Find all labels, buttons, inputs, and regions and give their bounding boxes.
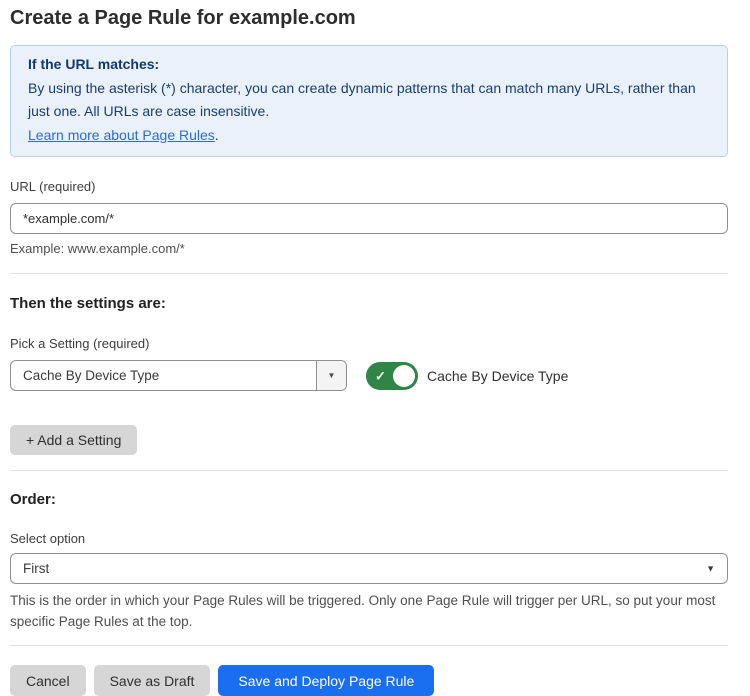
form-actions: Cancel Save as Draft Save and Deploy Pag… bbox=[10, 665, 728, 696]
chevron-down-icon: ▼ bbox=[328, 372, 336, 380]
chevron-down-icon: ▼ bbox=[706, 564, 715, 573]
setting-select[interactable]: Cache By Device Type ▼ bbox=[10, 360, 347, 391]
divider bbox=[10, 273, 728, 274]
toggle-knob bbox=[393, 365, 415, 387]
cancel-button[interactable]: Cancel bbox=[10, 665, 86, 696]
info-banner-body: By using the asterisk (*) character, you… bbox=[28, 77, 710, 124]
divider bbox=[10, 645, 728, 646]
save-and-deploy-button[interactable]: Save and Deploy Page Rule bbox=[218, 665, 434, 696]
setting-picker-label: Pick a Setting (required) bbox=[10, 336, 728, 352]
setting-select-value: Cache By Device Type bbox=[11, 368, 159, 383]
settings-section-heading: Then the settings are: bbox=[10, 295, 728, 313]
order-section-heading: Order: bbox=[10, 491, 728, 509]
info-banner-heading: If the URL matches: bbox=[28, 53, 710, 77]
order-select-label: Select option bbox=[10, 531, 728, 547]
order-select[interactable]: First ▼ bbox=[10, 553, 728, 584]
url-example-text: Example: www.example.com/* bbox=[10, 241, 728, 257]
url-input[interactable] bbox=[10, 203, 728, 234]
learn-more-link[interactable]: Learn more about Page Rules bbox=[28, 127, 215, 143]
url-match-info-banner: If the URL matches: By using the asteris… bbox=[10, 45, 728, 157]
order-help-text: This is the order in which your Page Rul… bbox=[10, 590, 728, 632]
check-icon: ✓ bbox=[375, 369, 386, 382]
url-field-label: URL (required) bbox=[10, 179, 728, 195]
setting-toggle[interactable]: ✓ bbox=[366, 362, 418, 390]
link-suffix: . bbox=[215, 127, 219, 143]
divider bbox=[10, 470, 728, 471]
setting-select-arrow-button[interactable]: ▼ bbox=[316, 361, 346, 390]
page-rule-form: Create a Page Rule for example.com If th… bbox=[10, 6, 728, 696]
order-select-value: First bbox=[11, 561, 49, 576]
add-setting-button[interactable]: + Add a Setting bbox=[10, 425, 137, 455]
save-as-draft-button[interactable]: Save as Draft bbox=[94, 665, 211, 696]
setting-toggle-label: Cache By Device Type bbox=[427, 368, 568, 384]
page-title: Create a Page Rule for example.com bbox=[10, 6, 728, 30]
setting-row: Cache By Device Type ▼ ✓ Cache By Device… bbox=[10, 360, 728, 391]
info-banner-link-line: Learn more about Page Rules. bbox=[28, 124, 710, 148]
